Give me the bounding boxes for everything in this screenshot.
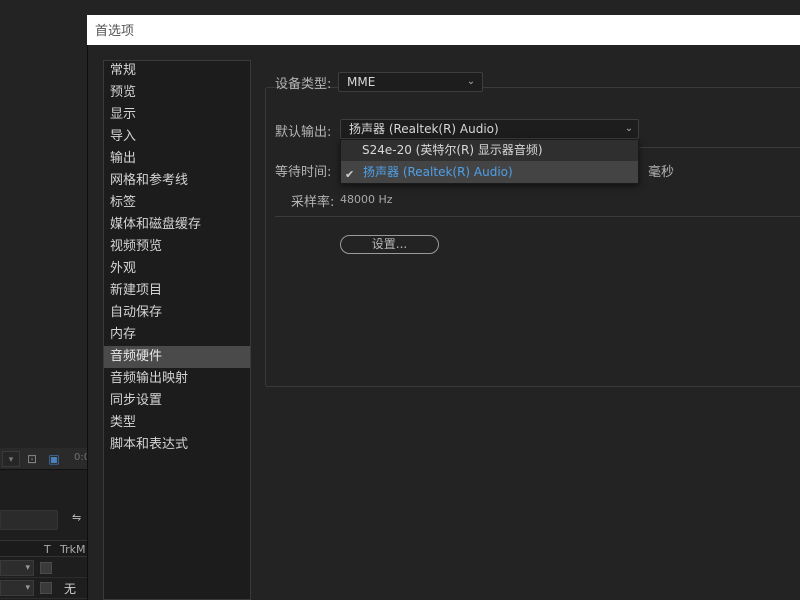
device-type-select[interactable]: MME bbox=[338, 72, 483, 92]
link-icon[interactable]: ⇋ bbox=[72, 511, 81, 524]
sidebar-item[interactable]: 导入 bbox=[104, 126, 250, 148]
sidebar-item[interactable]: 网格和参考线 bbox=[104, 170, 250, 192]
chevron-down-icon: ⌄ bbox=[624, 123, 634, 134]
sample-rate-label: 采样率: bbox=[291, 195, 335, 210]
sidebar-item[interactable]: 显示 bbox=[104, 104, 250, 126]
background-dropdown[interactable]: ▾ bbox=[2, 451, 20, 467]
dialog-titlebar[interactable] bbox=[87, 15, 800, 45]
chevron-down-icon: ⌄ bbox=[466, 76, 476, 87]
background-row-dropdown[interactable]: ▾ bbox=[0, 580, 34, 596]
latency-label: 等待时间: bbox=[275, 165, 332, 180]
sidebar-item[interactable]: 新建项目 bbox=[104, 280, 250, 302]
column-t: T bbox=[44, 543, 51, 556]
default-output-select[interactable]: 扬声器 (Realtek(R) Audio) bbox=[340, 119, 639, 139]
sidebar-item[interactable]: 音频输出映射 bbox=[104, 368, 250, 390]
sidebar-item[interactable]: 媒体和磁盘缓存 bbox=[104, 214, 250, 236]
background-row-checkbox[interactable] bbox=[40, 562, 52, 574]
dropdown-option-selected[interactable]: 扬声器 (Realtek(R) Audio) bbox=[341, 161, 638, 183]
sidebar-item[interactable]: 常规 bbox=[104, 60, 250, 82]
comment-icon[interactable]: ⊡ bbox=[24, 451, 40, 467]
sidebar-item[interactable]: 自动保存 bbox=[104, 302, 250, 324]
sidebar-item[interactable]: 预览 bbox=[104, 82, 250, 104]
sidebar-item[interactable]: 输出 bbox=[104, 148, 250, 170]
device-type-label: 设备类型: bbox=[275, 77, 332, 92]
sidebar-item[interactable]: 视频预览 bbox=[104, 236, 250, 258]
sample-rate-value: 48000 Hz bbox=[340, 193, 393, 206]
dialog-title: 首选项 bbox=[95, 24, 135, 39]
sidebar-item[interactable]: 类型 bbox=[104, 412, 250, 434]
background-search-input[interactable] bbox=[0, 510, 58, 530]
latency-unit: 毫秒 bbox=[648, 165, 675, 180]
background-row-dropdown[interactable]: ▾ bbox=[0, 560, 34, 576]
separator bbox=[275, 216, 800, 217]
sidebar-item[interactable]: 音频硬件 bbox=[104, 346, 250, 368]
default-output-value: 扬声器 (Realtek(R) Audio) bbox=[349, 122, 499, 136]
sidebar-item[interactable]: 外观 bbox=[104, 258, 250, 280]
dropdown-option[interactable]: S24e-20 (英特尔(R) 显示器音频) bbox=[341, 139, 638, 161]
sidebar-item[interactable]: 同步设置 bbox=[104, 390, 250, 412]
column-trkm: TrkM bbox=[60, 543, 86, 556]
sidebar-item[interactable]: 标签 bbox=[104, 192, 250, 214]
device-type-value: MME bbox=[347, 75, 376, 89]
background-row-checkbox[interactable] bbox=[40, 582, 52, 594]
checkmark-icon: ✔ bbox=[345, 168, 355, 181]
view-toggle-icon[interactable]: ▣ bbox=[46, 451, 62, 467]
background-cell-none: 无 bbox=[64, 582, 77, 596]
sidebar-item[interactable]: 脚本和表达式 bbox=[104, 434, 250, 456]
default-output-label: 默认输出: bbox=[275, 125, 332, 140]
separator bbox=[639, 147, 800, 148]
sidebar-item[interactable]: 内存 bbox=[104, 324, 250, 346]
settings-button[interactable]: 设置... bbox=[340, 235, 439, 254]
